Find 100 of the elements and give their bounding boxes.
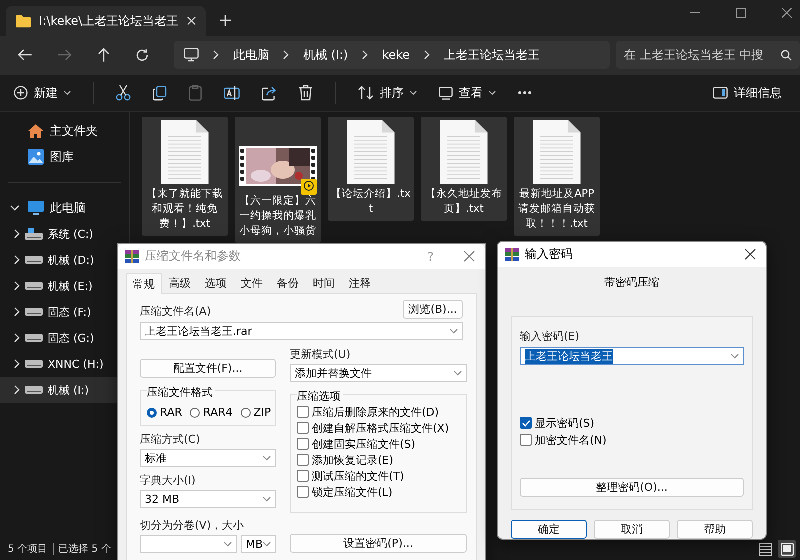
nav-item[interactable]: 机械 (D:) (0, 247, 129, 273)
rename-icon[interactable] (224, 86, 240, 100)
dialog-tab[interactable]: 备份 (270, 273, 306, 293)
radio-option[interactable]: ZIP (240, 406, 272, 419)
dialog-tab[interactable]: 常规 (126, 273, 162, 294)
chevron-down-icon (64, 91, 71, 95)
breadcrumb[interactable]: 此电脑 (233, 46, 270, 64)
details-pane-button[interactable]: 详细信息 (713, 84, 782, 102)
set-password-button[interactable]: 设置密码(P)... (290, 534, 467, 553)
up-arrow-icon[interactable] (98, 48, 110, 62)
address-bar[interactable]: 此电脑 机械 (I:) keke 上老王论坛当老王 (174, 41, 610, 69)
dialog-button[interactable]: 确定 (511, 520, 587, 539)
dialog-button[interactable]: 帮助 (677, 520, 753, 539)
refresh-icon[interactable] (136, 48, 148, 62)
view-button[interactable]: 查看 (439, 84, 496, 102)
chevron-right-icon[interactable] (14, 385, 20, 395)
chevron-right-icon[interactable] (14, 307, 20, 317)
update-mode-dropdown[interactable]: 添加并替换文件 (290, 364, 467, 382)
file-tile[interactable]: 【六一限定】六一约操我的爆乳小母狗，小骚货 (235, 117, 321, 243)
checkbox-option[interactable]: 锁定压缩文件(L) (297, 484, 460, 500)
file-tile[interactable]: 【永久地址发布页】.txt (421, 117, 507, 221)
scissors-icon[interactable] (116, 85, 131, 101)
checkbox-option[interactable]: 显示密码(S) (520, 415, 744, 431)
chevron-right-icon[interactable] (14, 255, 20, 265)
checkbox[interactable] (297, 470, 309, 482)
trash-icon[interactable] (299, 85, 313, 101)
chevron-down-icon (450, 328, 458, 334)
copy-icon[interactable] (153, 86, 167, 100)
password-field[interactable]: 上老王论坛当老王 (520, 347, 744, 365)
nav-item[interactable]: 机械 (E:) (0, 273, 129, 299)
computer-icon (184, 48, 200, 62)
unit-dropdown[interactable]: MB (240, 535, 276, 553)
radio-option[interactable]: RAR4 (190, 406, 233, 419)
checkbox[interactable] (297, 438, 309, 450)
dialog-tab[interactable]: 注释 (342, 273, 378, 293)
checkbox-option[interactable]: 添加恢复记录(E) (297, 452, 460, 468)
radio-button[interactable] (147, 408, 157, 418)
checkbox[interactable] (297, 454, 309, 466)
checkbox-option[interactable]: 加密文件名(N) (520, 432, 744, 448)
close-icon[interactable] (745, 249, 756, 260)
checkbox[interactable] (297, 422, 309, 434)
back-arrow-icon[interactable] (18, 49, 32, 61)
radio-button[interactable] (240, 408, 251, 418)
nav-item[interactable]: 图库 (0, 144, 129, 170)
breadcrumb[interactable]: 上老王论坛当老王 (444, 46, 540, 64)
dialog-tab[interactable]: 选项 (198, 273, 234, 293)
archive-name-field[interactable]: 上老王论坛当老王.rar (140, 322, 463, 340)
checkbox-option[interactable]: 压缩后删除原来的文件(D) (297, 404, 460, 420)
checkbox[interactable] (297, 486, 309, 498)
breadcrumb[interactable]: keke (382, 48, 410, 62)
dialog-button[interactable]: 取消 (594, 520, 670, 539)
dialog-tab[interactable]: 时间 (306, 273, 342, 293)
more-icon[interactable] (518, 91, 532, 95)
nav-item[interactable]: XNNC (H:) (0, 351, 129, 377)
radio-option[interactable]: RAR (147, 406, 182, 419)
checkbox-option[interactable]: 创建固实压缩文件(S) (297, 436, 460, 452)
file-tile[interactable]: 最新地址及APP请发邮箱自动获取！！！.txt (514, 117, 600, 236)
forward-arrow-icon[interactable] (58, 49, 72, 61)
breadcrumb[interactable]: 机械 (I:) (303, 46, 348, 64)
details-view-button[interactable] (756, 540, 774, 558)
file-tile[interactable]: 【来了就能下载和观看！纯免费！】.txt (142, 117, 228, 236)
dictionary-dropdown[interactable]: 32 MB (140, 490, 276, 508)
checkbox[interactable] (520, 417, 532, 429)
chevron-right-icon[interactable] (14, 281, 20, 291)
tiles-view-button[interactable] (778, 540, 796, 558)
checkbox-option[interactable]: 创建自解压格式压缩文件(X) (297, 420, 460, 436)
monitor-icon (28, 201, 44, 215)
new-button[interactable]: 新建 (14, 84, 71, 102)
checkbox-label: 创建自解压格式压缩文件(X) (312, 420, 450, 436)
minimize-icon[interactable] (690, 12, 700, 14)
profiles-button[interactable]: 配置文件(F)... (140, 359, 276, 378)
chevron-right-icon[interactable] (14, 229, 20, 239)
nav-item[interactable]: 固态 (F:) (0, 299, 129, 325)
share-icon[interactable] (262, 86, 277, 100)
method-dropdown[interactable]: 标准 (140, 449, 276, 467)
dialog-tab[interactable]: 高级 (162, 273, 198, 293)
chevron-icon[interactable] (10, 205, 20, 211)
explorer-tab[interactable]: I:\keke\上老王论坛当老王 (6, 6, 206, 36)
dialog-title: 输入密码 (525, 246, 573, 263)
radio-button[interactable] (190, 408, 200, 418)
nav-item[interactable]: 固态 (G:) (0, 325, 129, 351)
stacked-books-icon (125, 250, 139, 263)
nav-item[interactable]: 系统 (C:) (0, 221, 129, 247)
maximize-icon[interactable] (736, 8, 746, 18)
search-icon (781, 50, 792, 61)
organize-passwords-button[interactable]: 整理密码(O)... (520, 478, 744, 497)
plus-icon[interactable] (220, 15, 231, 26)
sort-button[interactable]: 排序 (358, 84, 417, 102)
search-field[interactable]: 在 上老王论坛当老王 中搜 (616, 41, 800, 69)
checkbox[interactable] (297, 406, 309, 418)
chevron-right-icon[interactable] (14, 333, 20, 343)
close-icon[interactable] (782, 8, 792, 18)
nav-item[interactable]: 此电脑 (0, 195, 129, 221)
checkbox-option[interactable]: 测试压缩的文件(T) (297, 468, 460, 484)
file-tile[interactable]: 【论坛介绍】.txt (328, 117, 414, 221)
checkbox[interactable] (520, 434, 532, 446)
dialog-tab[interactable]: 文件 (234, 273, 270, 293)
chevron-right-icon[interactable] (14, 359, 20, 369)
browse-button[interactable]: 浏览(B)... (403, 300, 463, 319)
nav-item[interactable]: 主文件夹 (0, 118, 129, 144)
